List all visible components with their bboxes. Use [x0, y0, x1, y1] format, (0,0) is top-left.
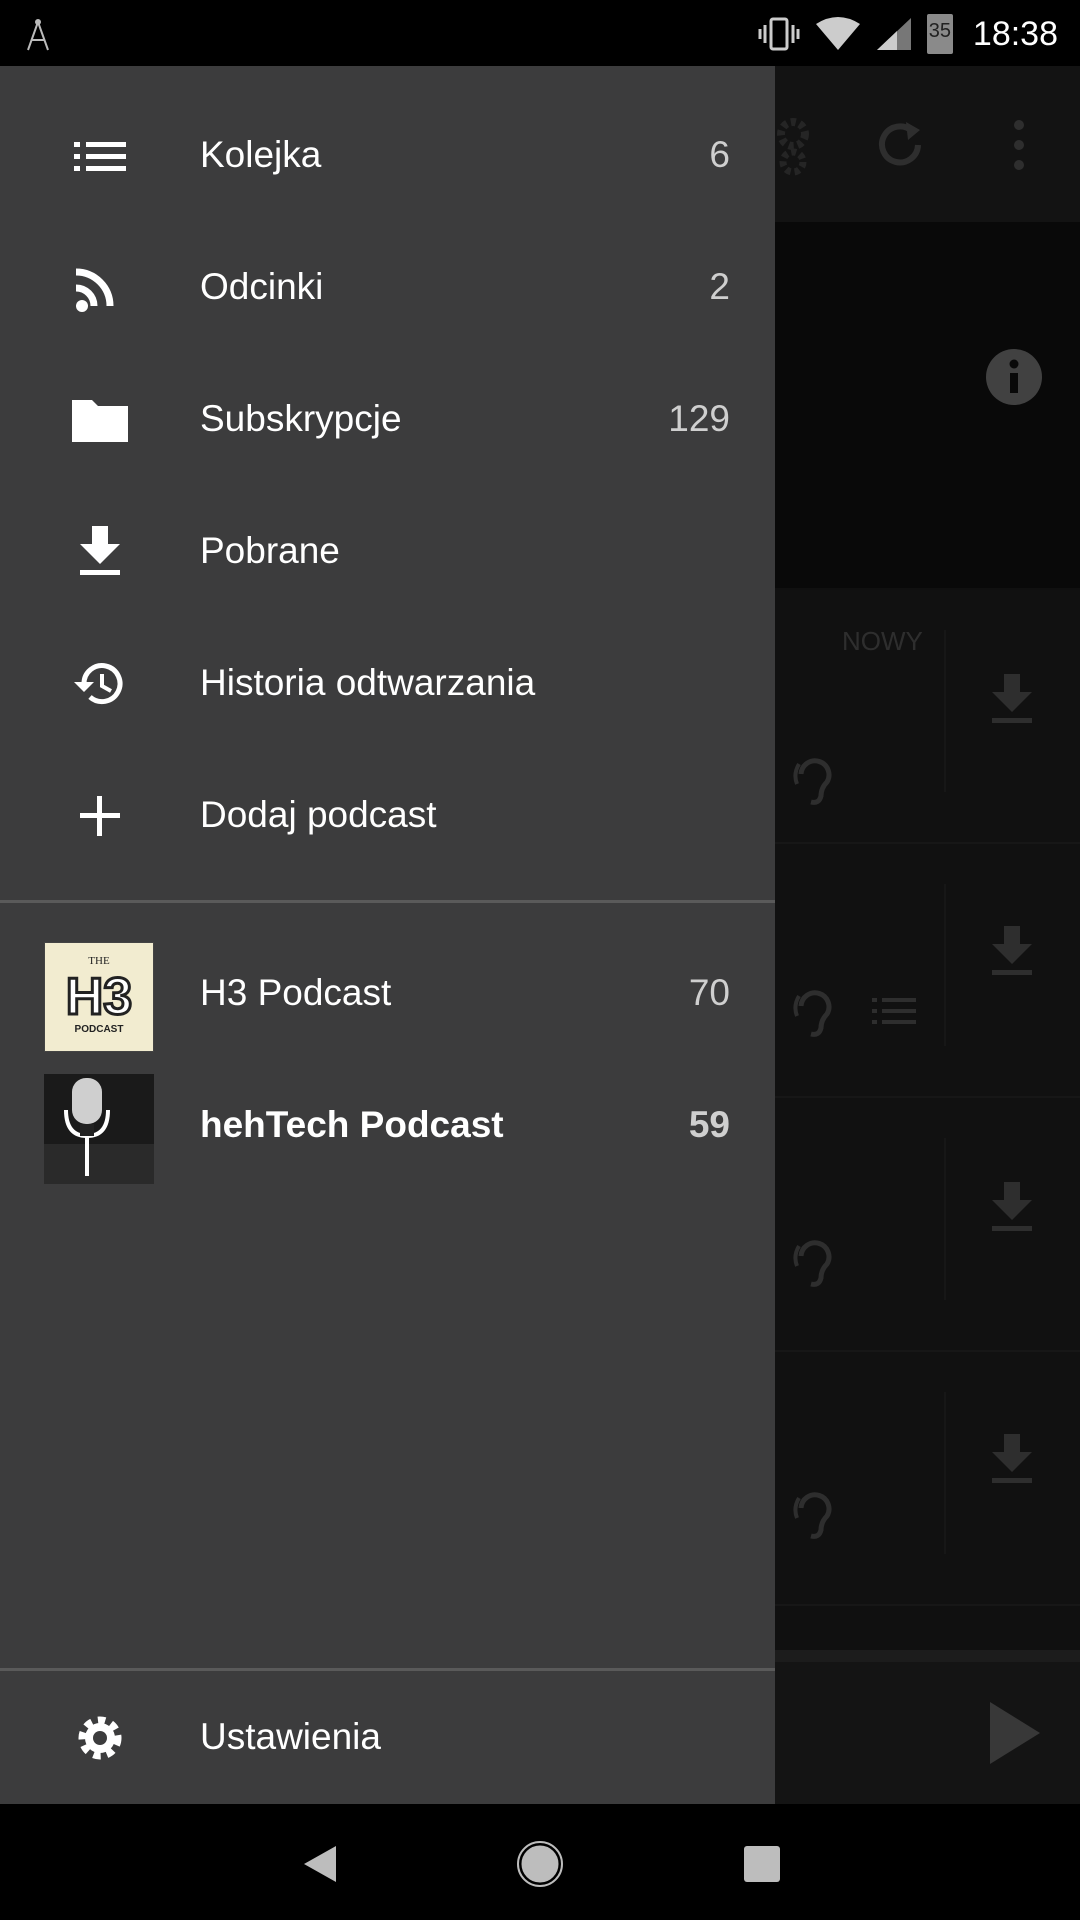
wifi-icon	[815, 17, 860, 50]
podcast-item-hehtech[interactable]: hehTech Podcast 59	[0, 1064, 775, 1196]
recents-icon[interactable]	[738, 1840, 786, 1888]
home-icon[interactable]	[516, 1840, 564, 1888]
drawer-divider	[0, 900, 775, 903]
podcast-item-h3[interactable]: THE H3 PODCAST H3 Podcast 70	[0, 932, 775, 1064]
nav-item-subscriptions[interactable]: Subskrypcje 129	[0, 354, 775, 486]
nav-item-queue[interactable]: Kolejka 6	[0, 90, 775, 222]
nav-item-label: Dodaj podcast	[200, 794, 437, 835]
nav-item-count: 129	[668, 398, 730, 439]
nav-item-count: 6	[709, 134, 730, 175]
clock: 18:38	[972, 14, 1058, 53]
cell-signal-icon	[876, 18, 911, 50]
folder-icon	[72, 400, 128, 442]
history-icon	[74, 663, 123, 705]
cover-text: THE	[88, 955, 110, 967]
nav-item-label: Historia odtwarzania	[200, 662, 536, 703]
rss-feed-icon	[75, 268, 114, 312]
podcast-count: 59	[688, 1104, 730, 1145]
nav-item-count: 2	[709, 266, 730, 307]
drawer-divider	[0, 1668, 775, 1671]
cover-text: PODCAST	[75, 1024, 124, 1035]
nav-item-label: Pobrane	[200, 530, 340, 571]
nav-item-history[interactable]: Historia odtwarzania	[0, 618, 775, 750]
status-bar: 35 18:38	[0, 0, 1080, 66]
battery-level: 35	[928, 20, 952, 42]
nav-item-settings[interactable]: Ustawienia	[0, 1672, 775, 1804]
system-navigation-bar	[0, 1804, 1080, 1920]
battery-icon: 35	[926, 14, 953, 54]
podcast-count: 70	[688, 972, 730, 1013]
nav-item-downloads[interactable]: Pobrane	[0, 486, 775, 618]
vibrate-icon	[758, 17, 800, 51]
download-icon	[80, 526, 120, 575]
navigation-drawer: Kolejka 6 Odcinki 2 Subskrypcje 129 Pobr…	[0, 66, 775, 1804]
antenna-icon	[27, 19, 49, 51]
plus-icon	[80, 796, 120, 836]
nav-item-label: Kolejka	[200, 134, 322, 175]
podcast-title: hehTech Podcast	[200, 1104, 504, 1145]
gear-icon	[78, 1716, 122, 1760]
queue-list-icon	[74, 142, 126, 171]
nav-item-episodes[interactable]: Odcinki 2	[0, 222, 775, 354]
nav-item-label: Ustawienia	[200, 1716, 381, 1757]
podcast-title: H3 Podcast	[200, 972, 392, 1013]
back-icon[interactable]	[296, 1840, 344, 1888]
nav-item-label: Odcinki	[200, 266, 324, 307]
nav-item-label: Subskrypcje	[200, 398, 402, 439]
podcast-cover	[44, 1074, 154, 1184]
podcast-cover: THE H3 PODCAST	[44, 942, 154, 1052]
cover-text: H3	[66, 968, 132, 1026]
nav-item-add-podcast[interactable]: Dodaj podcast	[0, 750, 775, 882]
